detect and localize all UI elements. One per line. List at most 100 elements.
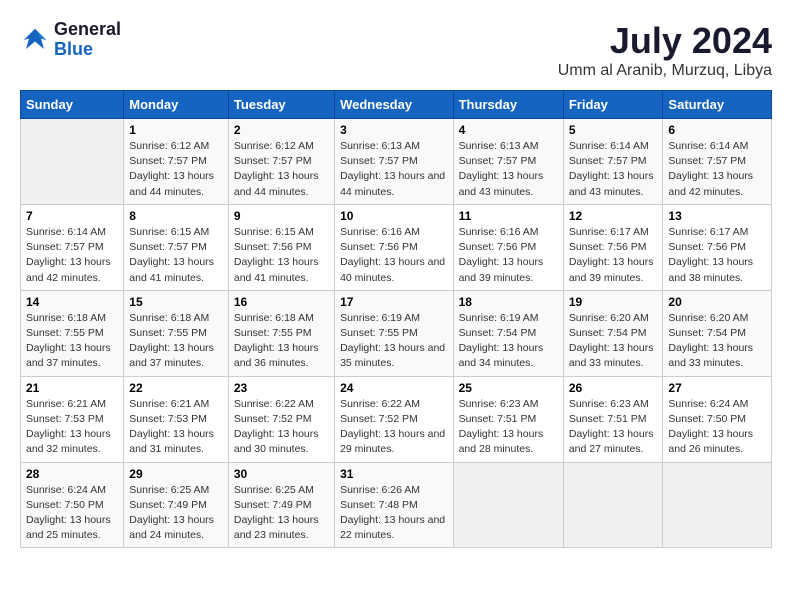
calendar-cell: 16 Sunrise: 6:18 AM Sunset: 7:55 PM Dayl…	[228, 290, 334, 376]
calendar-cell: 10 Sunrise: 6:16 AM Sunset: 7:56 PM Dayl…	[335, 204, 453, 290]
day-info: Sunrise: 6:18 AM Sunset: 7:55 PM Dayligh…	[129, 311, 223, 372]
calendar-cell: 23 Sunrise: 6:22 AM Sunset: 7:52 PM Dayl…	[228, 376, 334, 462]
day-info: Sunrise: 6:26 AM Sunset: 7:48 PM Dayligh…	[340, 483, 447, 544]
day-info: Sunrise: 6:18 AM Sunset: 7:55 PM Dayligh…	[234, 311, 329, 372]
day-number: 7	[26, 209, 118, 223]
calendar-cell: 7 Sunrise: 6:14 AM Sunset: 7:57 PM Dayli…	[21, 204, 124, 290]
calendar-body: 1 Sunrise: 6:12 AM Sunset: 7:57 PM Dayli…	[21, 119, 772, 548]
day-number: 12	[569, 209, 658, 223]
calendar-cell: 9 Sunrise: 6:15 AM Sunset: 7:56 PM Dayli…	[228, 204, 334, 290]
calendar-cell: 29 Sunrise: 6:25 AM Sunset: 7:49 PM Dayl…	[124, 462, 229, 548]
page-title: July 2024	[558, 20, 772, 62]
header-row: SundayMondayTuesdayWednesdayThursdayFrid…	[21, 91, 772, 119]
day-number: 21	[26, 381, 118, 395]
day-info: Sunrise: 6:19 AM Sunset: 7:55 PM Dayligh…	[340, 311, 447, 372]
week-row-1: 1 Sunrise: 6:12 AM Sunset: 7:57 PM Dayli…	[21, 119, 772, 205]
day-info: Sunrise: 6:18 AM Sunset: 7:55 PM Dayligh…	[26, 311, 118, 372]
header-friday: Friday	[563, 91, 663, 119]
calendar-cell	[563, 462, 663, 548]
day-number: 22	[129, 381, 223, 395]
calendar-cell: 2 Sunrise: 6:12 AM Sunset: 7:57 PM Dayli…	[228, 119, 334, 205]
calendar-cell: 26 Sunrise: 6:23 AM Sunset: 7:51 PM Dayl…	[563, 376, 663, 462]
week-row-3: 14 Sunrise: 6:18 AM Sunset: 7:55 PM Dayl…	[21, 290, 772, 376]
header-tuesday: Tuesday	[228, 91, 334, 119]
day-number: 10	[340, 209, 447, 223]
week-row-5: 28 Sunrise: 6:24 AM Sunset: 7:50 PM Dayl…	[21, 462, 772, 548]
day-number: 17	[340, 295, 447, 309]
calendar-cell: 8 Sunrise: 6:15 AM Sunset: 7:57 PM Dayli…	[124, 204, 229, 290]
day-info: Sunrise: 6:16 AM Sunset: 7:56 PM Dayligh…	[459, 225, 558, 286]
day-info: Sunrise: 6:23 AM Sunset: 7:51 PM Dayligh…	[569, 397, 658, 458]
day-number: 13	[668, 209, 766, 223]
day-info: Sunrise: 6:21 AM Sunset: 7:53 PM Dayligh…	[129, 397, 223, 458]
day-number: 30	[234, 467, 329, 481]
header-wednesday: Wednesday	[335, 91, 453, 119]
day-number: 28	[26, 467, 118, 481]
day-number: 23	[234, 381, 329, 395]
calendar-cell: 21 Sunrise: 6:21 AM Sunset: 7:53 PM Dayl…	[21, 376, 124, 462]
day-info: Sunrise: 6:13 AM Sunset: 7:57 PM Dayligh…	[340, 139, 447, 200]
day-info: Sunrise: 6:25 AM Sunset: 7:49 PM Dayligh…	[234, 483, 329, 544]
logo-line2: Blue	[54, 40, 121, 60]
day-info: Sunrise: 6:12 AM Sunset: 7:57 PM Dayligh…	[129, 139, 223, 200]
day-number: 3	[340, 123, 447, 137]
calendar-cell: 4 Sunrise: 6:13 AM Sunset: 7:57 PM Dayli…	[453, 119, 563, 205]
week-row-4: 21 Sunrise: 6:21 AM Sunset: 7:53 PM Dayl…	[21, 376, 772, 462]
day-number: 24	[340, 381, 447, 395]
calendar-header: SundayMondayTuesdayWednesdayThursdayFrid…	[21, 91, 772, 119]
day-number: 26	[569, 381, 658, 395]
day-info: Sunrise: 6:22 AM Sunset: 7:52 PM Dayligh…	[234, 397, 329, 458]
calendar-cell: 31 Sunrise: 6:26 AM Sunset: 7:48 PM Dayl…	[335, 462, 453, 548]
calendar-cell: 22 Sunrise: 6:21 AM Sunset: 7:53 PM Dayl…	[124, 376, 229, 462]
header-monday: Monday	[124, 91, 229, 119]
day-number: 4	[459, 123, 558, 137]
day-number: 18	[459, 295, 558, 309]
day-number: 1	[129, 123, 223, 137]
calendar-cell: 20 Sunrise: 6:20 AM Sunset: 7:54 PM Dayl…	[663, 290, 772, 376]
header-thursday: Thursday	[453, 91, 563, 119]
calendar-cell: 19 Sunrise: 6:20 AM Sunset: 7:54 PM Dayl…	[563, 290, 663, 376]
day-info: Sunrise: 6:17 AM Sunset: 7:56 PM Dayligh…	[668, 225, 766, 286]
day-number: 2	[234, 123, 329, 137]
day-number: 9	[234, 209, 329, 223]
day-info: Sunrise: 6:21 AM Sunset: 7:53 PM Dayligh…	[26, 397, 118, 458]
day-number: 25	[459, 381, 558, 395]
day-info: Sunrise: 6:13 AM Sunset: 7:57 PM Dayligh…	[459, 139, 558, 200]
title-area: July 2024 Umm al Aranib, Murzuq, Libya	[558, 20, 772, 80]
day-info: Sunrise: 6:14 AM Sunset: 7:57 PM Dayligh…	[569, 139, 658, 200]
day-number: 6	[668, 123, 766, 137]
calendar-cell: 3 Sunrise: 6:13 AM Sunset: 7:57 PM Dayli…	[335, 119, 453, 205]
calendar-cell: 1 Sunrise: 6:12 AM Sunset: 7:57 PM Dayli…	[124, 119, 229, 205]
calendar-cell: 25 Sunrise: 6:23 AM Sunset: 7:51 PM Dayl…	[453, 376, 563, 462]
logo: General Blue	[20, 20, 121, 60]
day-info: Sunrise: 6:20 AM Sunset: 7:54 PM Dayligh…	[569, 311, 658, 372]
day-info: Sunrise: 6:25 AM Sunset: 7:49 PM Dayligh…	[129, 483, 223, 544]
day-info: Sunrise: 6:23 AM Sunset: 7:51 PM Dayligh…	[459, 397, 558, 458]
logo-text: General Blue	[54, 20, 121, 60]
day-info: Sunrise: 6:15 AM Sunset: 7:56 PM Dayligh…	[234, 225, 329, 286]
calendar-cell: 12 Sunrise: 6:17 AM Sunset: 7:56 PM Dayl…	[563, 204, 663, 290]
calendar-cell: 28 Sunrise: 6:24 AM Sunset: 7:50 PM Dayl…	[21, 462, 124, 548]
calendar-cell: 18 Sunrise: 6:19 AM Sunset: 7:54 PM Dayl…	[453, 290, 563, 376]
calendar-cell: 24 Sunrise: 6:22 AM Sunset: 7:52 PM Dayl…	[335, 376, 453, 462]
day-number: 11	[459, 209, 558, 223]
calendar-cell: 11 Sunrise: 6:16 AM Sunset: 7:56 PM Dayl…	[453, 204, 563, 290]
day-number: 14	[26, 295, 118, 309]
day-number: 16	[234, 295, 329, 309]
calendar-cell: 14 Sunrise: 6:18 AM Sunset: 7:55 PM Dayl…	[21, 290, 124, 376]
calendar-cell: 5 Sunrise: 6:14 AM Sunset: 7:57 PM Dayli…	[563, 119, 663, 205]
calendar-cell: 6 Sunrise: 6:14 AM Sunset: 7:57 PM Dayli…	[663, 119, 772, 205]
day-number: 8	[129, 209, 223, 223]
day-number: 19	[569, 295, 658, 309]
day-number: 15	[129, 295, 223, 309]
day-info: Sunrise: 6:24 AM Sunset: 7:50 PM Dayligh…	[668, 397, 766, 458]
logo-line1: General	[54, 20, 121, 40]
day-info: Sunrise: 6:16 AM Sunset: 7:56 PM Dayligh…	[340, 225, 447, 286]
header-saturday: Saturday	[663, 91, 772, 119]
calendar-cell: 17 Sunrise: 6:19 AM Sunset: 7:55 PM Dayl…	[335, 290, 453, 376]
day-info: Sunrise: 6:14 AM Sunset: 7:57 PM Dayligh…	[26, 225, 118, 286]
day-number: 29	[129, 467, 223, 481]
calendar-cell: 30 Sunrise: 6:25 AM Sunset: 7:49 PM Dayl…	[228, 462, 334, 548]
calendar-cell: 15 Sunrise: 6:18 AM Sunset: 7:55 PM Dayl…	[124, 290, 229, 376]
calendar-cell	[663, 462, 772, 548]
